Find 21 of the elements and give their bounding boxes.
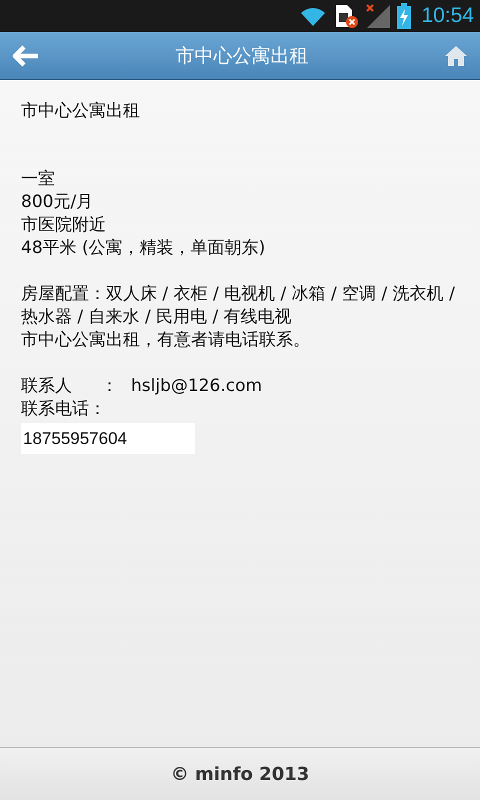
signal-icon bbox=[365, 3, 392, 29]
battery-charging-icon bbox=[397, 3, 412, 29]
header-title: 市中心公寓出租 bbox=[176, 44, 308, 68]
phone-number-field: 18755957604 bbox=[21, 423, 195, 454]
listing-detail: 一室 bbox=[21, 168, 56, 191]
status-time: 10:54 bbox=[421, 4, 474, 28]
home-icon bbox=[444, 44, 468, 66]
description-text: 市中心公寓出租，有意者请电话联系。 bbox=[21, 329, 311, 352]
listing-detail: 市医院附近 bbox=[21, 214, 107, 237]
listing-detail: 48平米 (公寓，精装，单面朝东) bbox=[21, 237, 266, 260]
listing-detail: 800元/月 bbox=[21, 191, 94, 214]
sim-card-icon bbox=[333, 3, 360, 29]
contact-label: 联系人 bbox=[21, 375, 73, 398]
phone-label: 联系电话： bbox=[21, 398, 107, 421]
amenities-text: 房屋配置：双人床 / 衣柜 / 电视机 / 冰箱 / 空调 / 洗衣机 / 热水器 / 自来水 / 民用电 / 有线电视 bbox=[21, 283, 456, 329]
copyright-text: © minfo 2013 bbox=[170, 764, 310, 784]
back-arrow-icon bbox=[12, 44, 40, 66]
wifi-icon bbox=[299, 5, 328, 27]
contact-email: hsljb@126.com bbox=[131, 375, 262, 398]
listing-heading: 市中心公寓出租 bbox=[21, 100, 141, 123]
contact-separator: ： bbox=[101, 375, 119, 398]
